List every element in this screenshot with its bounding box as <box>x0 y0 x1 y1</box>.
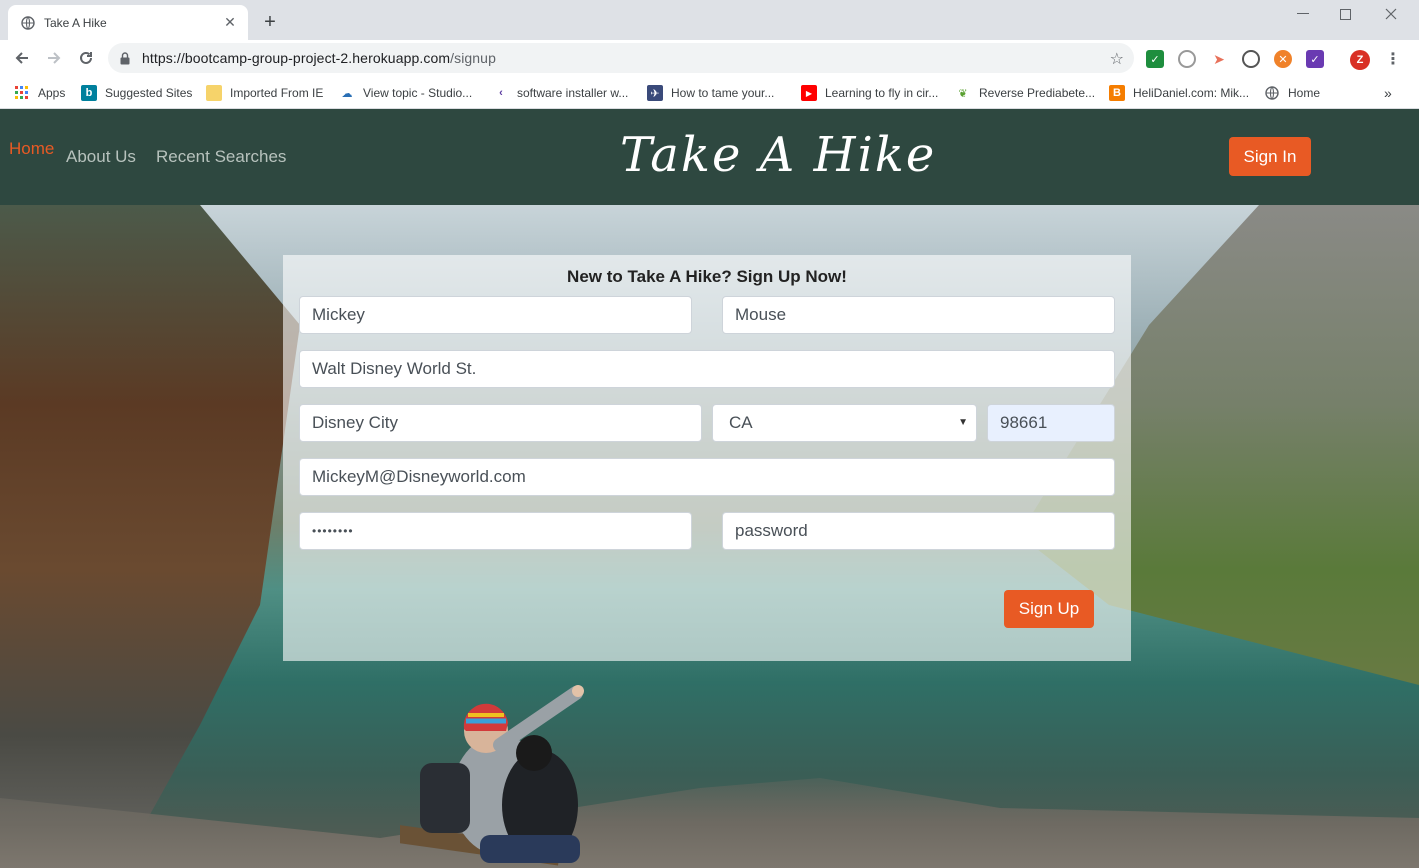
email-input[interactable]: MickeyM@Disneyworld.com <box>299 458 1115 496</box>
blogger-icon: B <box>1109 85 1125 101</box>
maximize-icon[interactable] <box>1322 0 1368 28</box>
sign-in-button[interactable]: Sign In <box>1229 137 1311 176</box>
password-input[interactable]: •••••••• <box>299 512 692 550</box>
nav-home-link[interactable]: Home <box>9 139 54 159</box>
signup-form-card: New to Take A Hike? Sign Up Now! Mickey … <box>283 255 1131 661</box>
bookmark-helidaniel[interactable]: B HeliDaniel.com: Mik... <box>1109 83 1249 103</box>
nav-about-link[interactable]: About Us <box>66 147 136 167</box>
confirm-password-input[interactable]: password <box>722 512 1115 550</box>
bookmarks-bar: Apps b Suggested Sites Imported From IE … <box>0 77 1419 109</box>
zip-input[interactable]: 98661 <box>987 404 1115 442</box>
apps-grid-icon <box>14 85 30 101</box>
lock-icon <box>120 51 132 65</box>
state-select[interactable]: CA ▼ <box>712 404 977 442</box>
bookmark-label: Apps <box>38 86 66 100</box>
sign-up-button[interactable]: Sign Up <box>1004 590 1094 628</box>
browser-tab-strip: Take A Hike ✕ + <box>0 0 1419 40</box>
web-page: Home About Us Recent Searches Take A Hik… <box>0 109 1419 868</box>
checkmark-extension-icon[interactable]: ✓ <box>1146 50 1164 68</box>
bookmark-label: HeliDaniel.com: Mik... <box>1133 86 1250 100</box>
minimize-icon[interactable] <box>1280 0 1326 28</box>
bookmark-label: Reverse Prediabete... <box>979 86 1096 100</box>
hikers-image <box>400 685 584 866</box>
url-text: https://bootcamp-group-project-2.herokua… <box>142 50 496 66</box>
close-tab-icon[interactable]: ✕ <box>222 14 238 31</box>
state-select-value: CA <box>729 413 753 432</box>
first-name-input[interactable]: Mickey <box>299 296 692 334</box>
bookmark-label: How to tame your... <box>671 86 775 100</box>
bookmark-label: Learning to fly in cir... <box>825 86 939 100</box>
address-bar[interactable]: https://bootcamp-group-project-2.herokua… <box>108 43 1134 73</box>
more-bookmarks-icon[interactable]: » <box>1384 83 1392 103</box>
dropdown-caret-icon: ▼ <box>958 417 968 428</box>
browser-toolbar: https://bootcamp-group-project-2.herokua… <box>0 40 1419 77</box>
address-input[interactable]: Walt Disney World St. <box>299 350 1115 388</box>
orange-extension-icon[interactable]: ✕ <box>1274 50 1292 68</box>
signup-form-title: New to Take A Hike? Sign Up Now! <box>567 267 847 286</box>
bookmark-software-installer[interactable]: ‹ software installer w... <box>493 83 628 103</box>
bookmark-apps[interactable]: Apps <box>14 83 65 103</box>
forward-arrow-icon[interactable] <box>40 44 68 72</box>
bookmark-label: View topic - Studio... <box>363 86 473 100</box>
nav-recent-searches-link[interactable]: Recent Searches <box>156 147 286 167</box>
bookmark-home[interactable]: Home <box>1264 83 1320 103</box>
bookmark-how-to-tame[interactable]: ✈ How to tame your... <box>647 83 774 103</box>
close-window-icon[interactable] <box>1368 0 1414 28</box>
browser-tab[interactable]: Take A Hike ✕ <box>8 5 248 40</box>
menu-dots-icon[interactable]: ⋮ <box>1384 50 1402 68</box>
left-mountain-image <box>0 205 300 868</box>
bookmark-reverse-prediabetes[interactable]: ❦ Reverse Prediabete... <box>955 83 1095 103</box>
last-name-input[interactable]: Mouse <box>722 296 1115 334</box>
bookmark-star-icon[interactable]: ☆ <box>1110 49 1124 69</box>
forum-icon: ☁ <box>341 87 353 100</box>
bookmark-view-topic[interactable]: ☁ View topic - Studio... <box>339 83 473 103</box>
chevron-left-icon: ‹ <box>499 87 503 99</box>
bookmark-suggested-sites[interactable]: b Suggested Sites <box>81 83 192 103</box>
headphones-extension-icon[interactable] <box>1178 50 1196 68</box>
bookmark-label: Imported From IE <box>230 86 324 100</box>
folder-icon <box>206 85 222 101</box>
code-extension-icon[interactable] <box>1242 50 1260 68</box>
bookmark-label: software installer w... <box>517 86 629 100</box>
bookmark-imported-from-ie[interactable]: Imported From IE <box>206 83 323 103</box>
tab-title: Take A Hike <box>44 15 107 30</box>
back-arrow-icon[interactable] <box>8 44 36 72</box>
foreground-rocks-image <box>0 778 1419 868</box>
leaf-icon: ❦ <box>958 87 968 100</box>
city-input[interactable]: Disney City <box>299 404 702 442</box>
bing-icon: b <box>81 85 97 101</box>
bookmark-label: Home <box>1288 86 1321 100</box>
purple-extension-icon[interactable]: ✓ <box>1306 50 1324 68</box>
new-tab-icon[interactable]: + <box>258 10 282 34</box>
youtube-icon: ▶ <box>801 85 817 101</box>
site-icon: ✈ <box>647 85 663 101</box>
reload-icon[interactable] <box>72 44 100 72</box>
arrow-extension-icon[interactable]: ➤ <box>1210 50 1228 68</box>
site-brand-title: Take A Hike <box>620 127 937 183</box>
globe-icon <box>20 15 36 31</box>
bookmark-label: Suggested Sites <box>105 86 193 100</box>
globe-icon <box>1264 85 1280 101</box>
bookmark-learning-to-fly[interactable]: ▶ Learning to fly in cir... <box>801 83 938 103</box>
profile-avatar[interactable]: Z <box>1350 50 1370 70</box>
site-header: Home About Us Recent Searches Take A Hik… <box>0 109 1419 205</box>
